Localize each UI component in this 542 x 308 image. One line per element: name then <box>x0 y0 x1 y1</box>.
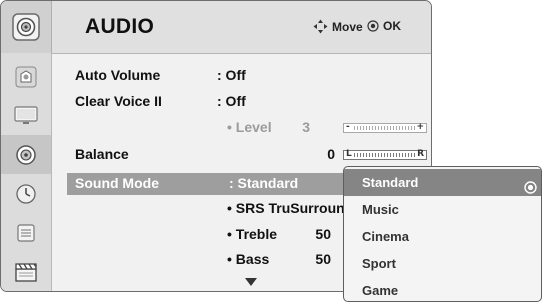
option-sport-label: Sport <box>362 256 396 271</box>
dpad-icon <box>313 19 328 34</box>
page-title: AUDIO <box>85 15 155 38</box>
treble-label: • Treble <box>227 226 278 242</box>
move-hint: Move <box>313 19 363 34</box>
ok-label: OK <box>383 19 401 33</box>
option-music-label: Music <box>362 202 399 217</box>
option-music[interactable]: Music <box>344 196 541 223</box>
sound-mode-dropdown: Standard Music Cinema Sport Game <box>343 166 542 302</box>
move-label: Move <box>332 19 363 34</box>
sound-mode-label: Sound Mode <box>75 175 159 191</box>
option-standard-label: Standard <box>362 175 419 190</box>
bass-value: 50 <box>315 251 331 267</box>
option-game[interactable]: Game <box>344 277 541 301</box>
screen-icon[interactable] <box>1 96 51 135</box>
option-cinema-label: Cinema <box>362 229 409 244</box>
level-value: 3 <box>302 119 310 135</box>
level-label: • Level <box>227 119 272 135</box>
auto-volume-value: : Off <box>217 67 246 83</box>
clear-voice-label: Clear Voice II <box>75 93 162 109</box>
sound-mode-value: : Standard <box>229 175 299 191</box>
menu-header: AUDIO Move OK <box>1 1 431 54</box>
balance-label: Balance <box>75 146 129 162</box>
level-plus: + <box>416 122 424 132</box>
scroll-down-arrow-icon[interactable] <box>245 273 257 291</box>
option-standard[interactable]: Standard <box>344 169 541 196</box>
auto-volume-label: Auto Volume <box>75 67 161 83</box>
option-sport[interactable]: Sport <box>344 250 541 277</box>
balance-value: 0 <box>327 146 335 162</box>
balance-right: R <box>417 149 424 159</box>
level-minus: - <box>346 122 350 132</box>
clear-voice-value: : Off <box>217 93 246 109</box>
picture-icon[interactable] <box>1 57 51 96</box>
audio-icon[interactable] <box>1 135 51 174</box>
bass-label: • Bass <box>227 251 270 267</box>
option-cinema[interactable]: Cinema <box>344 223 541 250</box>
level-track <box>354 126 416 130</box>
clock-icon[interactable] <box>1 174 51 213</box>
category-sidebar <box>1 53 52 291</box>
level-slider[interactable]: - + <box>343 122 427 133</box>
treble-value: 50 <box>315 226 331 242</box>
balance-slider[interactable]: L R <box>343 149 427 160</box>
ok-hint: OK <box>367 19 401 33</box>
clapperboard-icon[interactable] <box>1 252 51 291</box>
ok-button-icon <box>367 20 379 32</box>
option-icon[interactable] <box>1 213 51 252</box>
option-game-label: Game <box>362 283 399 298</box>
balance-track <box>354 153 416 157</box>
speaker-icon <box>1 1 52 53</box>
balance-left: L <box>346 149 352 159</box>
